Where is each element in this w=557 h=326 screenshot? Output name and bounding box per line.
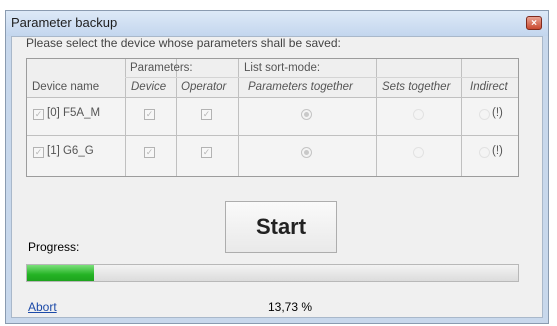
operator-parameters-checkbox[interactable]: ✓ [201, 109, 212, 120]
device-name: [1] G6_G [47, 145, 94, 157]
device-table: Parameters: List sort-mode: Device name … [26, 58, 519, 177]
abort-link[interactable]: Abort [28, 300, 57, 314]
column-header-sets-together: Sets together [382, 81, 451, 93]
window-title: Parameter backup [11, 15, 118, 30]
sort-mode-group-header: List sort-mode: [244, 62, 321, 74]
column-header-parameters-together: Parameters together [248, 81, 353, 93]
indirect-warning: (!) [492, 145, 503, 157]
sets-together-radio[interactable] [413, 109, 424, 120]
start-button[interactable]: Start [225, 201, 337, 253]
device-parameters-checkbox[interactable]: ✓ [144, 109, 155, 120]
column-header-indirect: Indirect [470, 81, 508, 93]
device-select-checkbox[interactable]: ✓ [33, 109, 44, 120]
parameters-together-radio[interactable] [301, 109, 312, 120]
operator-parameters-checkbox[interactable]: ✓ [201, 147, 212, 158]
table-row: ✓ [1] G6_G ✓ ✓ (!) [27, 136, 518, 174]
indirect-warning: (!) [492, 107, 503, 119]
close-icon: × [531, 17, 537, 29]
instruction-text: Please select the device whose parameter… [26, 36, 341, 50]
column-header-device-name: Device name [32, 81, 100, 93]
device-parameters-checkbox[interactable]: ✓ [144, 147, 155, 158]
progress-fill [27, 265, 95, 281]
indirect-radio[interactable] [479, 147, 490, 158]
column-header-device: Device [131, 81, 167, 93]
parameters-together-radio[interactable] [301, 147, 312, 158]
title-bar[interactable]: Parameter backup × [6, 11, 548, 36]
sets-together-radio[interactable] [413, 147, 424, 158]
column-header-operator: Operator [181, 81, 227, 93]
parameters-group-header: Parameters: [130, 62, 193, 74]
progress-label: Progress: [28, 240, 80, 254]
indirect-radio[interactable] [479, 109, 490, 120]
progress-bar [26, 264, 519, 282]
close-button[interactable]: × [526, 16, 542, 30]
progress-percent: 13,73 % [268, 300, 313, 314]
device-name: [0] F5A_M [47, 107, 101, 119]
table-row: ✓ [0] F5A_M ✓ ✓ (!) [27, 98, 518, 135]
device-select-checkbox[interactable]: ✓ [33, 147, 44, 158]
